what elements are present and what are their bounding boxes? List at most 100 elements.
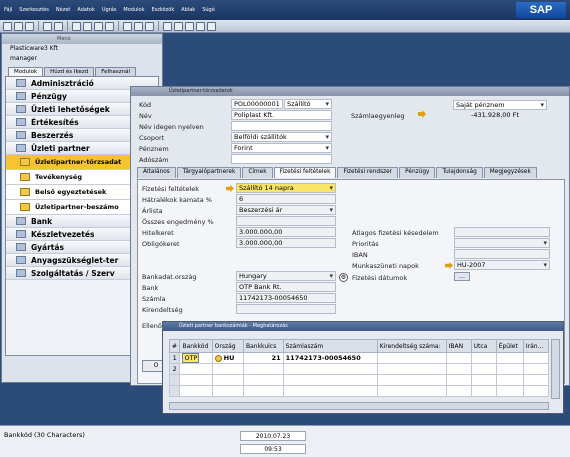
tab-contacts[interactable]: Tárgyalópartnerek (176, 167, 242, 178)
zip-cell[interactable] (522, 352, 550, 364)
col-iban[interactable]: IBAN (445, 339, 472, 353)
code-type-select[interactable]: Szállító (284, 99, 332, 109)
country-cell[interactable]: HU (211, 352, 244, 364)
add-icon[interactable] (54, 21, 63, 31)
menu-data[interactable]: Adatok (77, 7, 95, 13)
branch-number-cell[interactable] (376, 352, 447, 364)
print-icon[interactable] (3, 21, 12, 31)
branch-number-cell[interactable] (376, 363, 447, 375)
payment-dates-button[interactable]: ... (454, 272, 470, 281)
account-number-cell[interactable]: 11742173-00054650 (282, 352, 378, 364)
menu-tools[interactable]: Eszközök (151, 7, 174, 13)
email-icon[interactable] (25, 21, 34, 31)
table-row[interactable]: 1 OTP HU 21 11742173-00054650 (168, 352, 550, 364)
layout-icon[interactable] (163, 21, 172, 31)
tab-properties[interactable]: Tulajdonság (436, 167, 483, 178)
calendar-icon[interactable] (196, 21, 205, 31)
name-field[interactable]: Poliplast Kft. (231, 110, 332, 120)
tab-remarks[interactable]: Megjegyzések (483, 167, 537, 178)
building-cell[interactable] (495, 363, 524, 375)
building-cell[interactable] (495, 352, 524, 364)
col-building[interactable]: Épület (495, 339, 524, 353)
next-record-icon[interactable] (94, 21, 103, 31)
tax-id-field[interactable] (231, 154, 332, 164)
bank-key-cell[interactable] (242, 363, 284, 375)
horizontal-scrollbar[interactable] (169, 402, 549, 410)
tab-modules[interactable]: Modulok (8, 67, 44, 76)
col-bank-code[interactable]: Bankkód (179, 339, 213, 353)
currency-select[interactable]: Forint (231, 143, 332, 153)
account-field[interactable]: 11742173-00054650 (236, 293, 336, 303)
calculator-icon[interactable] (185, 21, 194, 31)
priority-select[interactable] (454, 238, 550, 248)
group-select[interactable]: Belföldi szállítók (231, 132, 332, 142)
col-account-number[interactable]: Számlaszám (282, 339, 378, 353)
tab-user-menu[interactable]: Felhasznál (95, 67, 137, 76)
prev-record-icon[interactable] (83, 21, 92, 31)
preview-icon[interactable] (14, 21, 23, 31)
menu-help[interactable]: Súgó (202, 7, 215, 13)
search-icon[interactable] (43, 21, 52, 31)
street-cell[interactable] (470, 363, 497, 375)
col-bank-key[interactable]: Bankkulcs (242, 339, 284, 353)
table-row[interactable] (168, 374, 550, 386)
holidays-link-arrow-icon[interactable] (445, 262, 453, 269)
menu-goto[interactable]: Ugrás (102, 7, 117, 13)
interest-field[interactable]: 6 (236, 194, 336, 204)
tab-payment-terms[interactable]: Fizetési feltételek (273, 167, 337, 178)
street-cell[interactable] (470, 352, 497, 364)
commitment-limit-field[interactable]: 3.000.000,00 (236, 238, 336, 248)
iban-field[interactable] (454, 249, 550, 259)
table-row[interactable]: 2 (168, 363, 550, 375)
row-number[interactable]: 2 (168, 363, 181, 375)
credit-limit-field[interactable]: 3.000.000,00 (236, 227, 336, 237)
menu-window[interactable]: Ablak (181, 7, 195, 13)
sort-icon[interactable] (134, 21, 143, 31)
menu-file[interactable]: Fájl (4, 7, 12, 13)
discount-field[interactable] (236, 216, 336, 226)
filter-icon[interactable] (123, 21, 132, 31)
payment-terms-link-arrow-icon[interactable] (226, 185, 234, 192)
menu-modules[interactable]: Modulok (123, 7, 144, 13)
col-zip[interactable]: Irán... (522, 339, 550, 353)
avg-delay-field[interactable] (454, 227, 550, 237)
menu-view[interactable]: Nézet (56, 7, 70, 13)
refresh-icon[interactable] (145, 21, 154, 31)
col-country[interactable]: Ország (211, 339, 244, 353)
help-icon[interactable] (207, 21, 216, 31)
bank-field[interactable]: OTP Bank Rt. (236, 282, 336, 292)
payment-terms-select[interactable]: Szállító 14 napra (236, 183, 336, 193)
code-field[interactable]: POL00000001 (231, 99, 283, 109)
bank-code-value[interactable]: OTP (182, 353, 200, 363)
tab-drag-relate[interactable]: Húzd és Ikezd (44, 67, 95, 76)
last-record-icon[interactable] (105, 21, 114, 31)
iban-cell[interactable] (445, 352, 472, 364)
tab-general[interactable]: Általános (137, 167, 176, 178)
bank-key-cell[interactable]: 21 (242, 352, 284, 364)
row-number[interactable]: 1 (168, 352, 181, 364)
col-street[interactable]: Utca (470, 339, 497, 353)
bank-code-cell[interactable]: OTP (179, 352, 213, 364)
tab-payment-run[interactable]: Fizetési rendszer (337, 167, 399, 178)
bank-code-cell[interactable] (179, 363, 213, 375)
branch-field[interactable] (236, 304, 336, 314)
balance-link-arrow-icon[interactable] (418, 110, 426, 118)
holidays-select[interactable]: HU-2007 (454, 260, 550, 270)
settings-icon[interactable] (174, 21, 183, 31)
country-link-icon[interactable] (214, 354, 222, 362)
tab-addresses[interactable]: Címek (242, 167, 273, 178)
tab-accounting[interactable]: Pénzügy (399, 167, 436, 178)
table-row[interactable] (168, 385, 550, 397)
first-record-icon[interactable] (72, 21, 81, 31)
own-currency-select[interactable]: Saját pénznem (453, 100, 547, 110)
payment-dates-radio-icon[interactable]: ⚙ (339, 273, 348, 282)
price-list-select[interactable]: Beszerzési ár (236, 205, 336, 215)
menu-edit[interactable]: Szerkesztés (19, 7, 49, 13)
vertical-scrollbar[interactable] (551, 339, 560, 399)
bank-country-select[interactable]: Hungary (236, 271, 336, 281)
col-branch-number[interactable]: Kirendeltség száma: (376, 339, 447, 353)
zip-cell[interactable] (522, 363, 550, 375)
country-cell[interactable] (211, 363, 244, 375)
account-number-cell[interactable] (282, 363, 378, 375)
foreign-name-field[interactable] (231, 121, 332, 131)
